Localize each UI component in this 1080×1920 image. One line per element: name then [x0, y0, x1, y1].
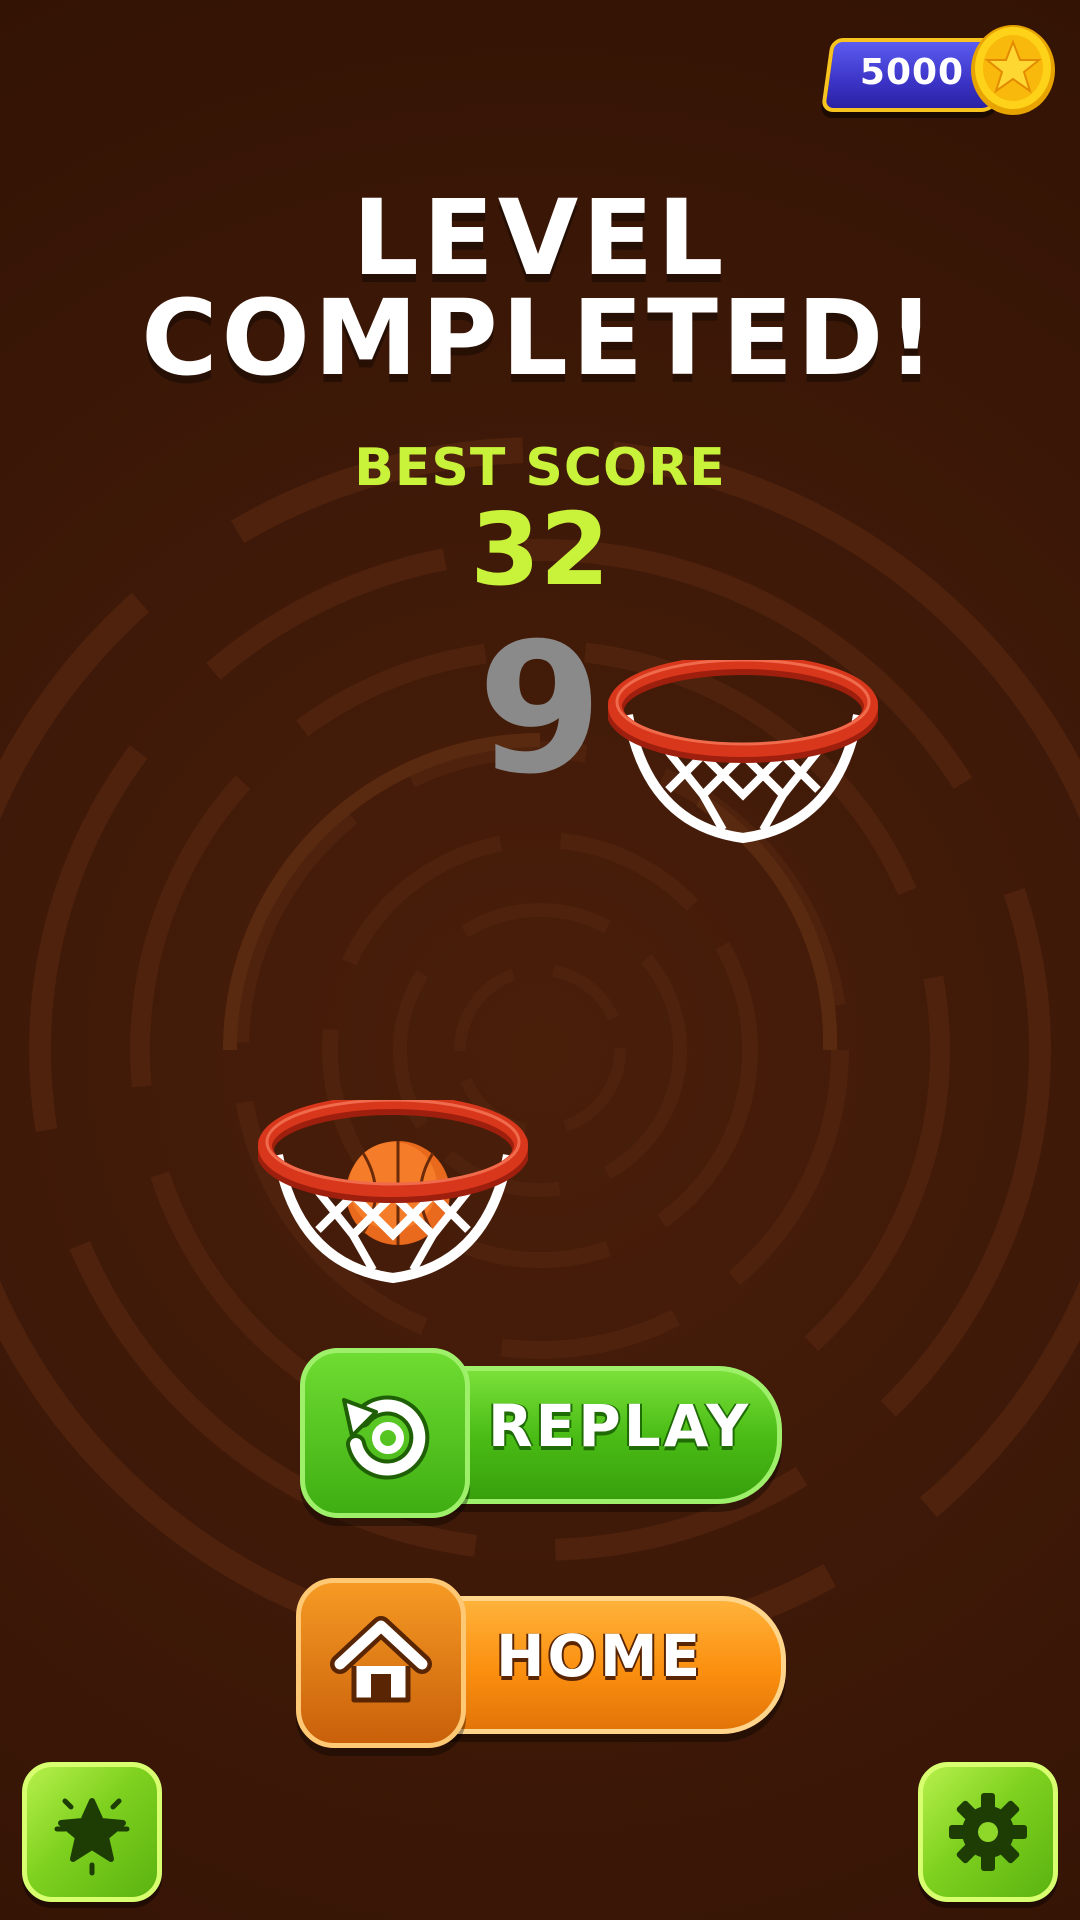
gear-icon	[949, 1793, 1027, 1871]
best-score-value: 32	[470, 491, 610, 608]
game-over-screen: 5000 LEVEL COMPLETED! BEST SCORE 32 9 RE…	[0, 0, 1080, 1920]
coin-count: 5000	[859, 52, 965, 93]
title-line-1: LEVEL	[352, 177, 728, 299]
current-score: 9	[477, 605, 603, 814]
star-badge-icon	[54, 1798, 130, 1876]
replay-button[interactable]: REPLAY	[300, 1348, 782, 1518]
replay-button-badge[interactable]	[300, 1348, 470, 1518]
star-coin-icon	[971, 25, 1055, 115]
replay-arrow-icon	[342, 1395, 430, 1480]
settings-button[interactable]	[918, 1762, 1058, 1902]
title-line-2: COMPLETED!	[141, 277, 939, 399]
rate-button[interactable]	[22, 1762, 162, 1902]
basketball-hoop	[258, 1100, 528, 1284]
best-score-label: BEST SCORE	[354, 438, 726, 498]
home-button-label[interactable]: HOME	[496, 1622, 703, 1690]
replay-button-label[interactable]: REPLAY	[488, 1392, 751, 1460]
coin-counter: 5000	[820, 22, 1056, 118]
basketball-hoop	[608, 660, 878, 844]
home-button-badge[interactable]	[296, 1578, 466, 1748]
home-button[interactable]: HOME	[296, 1578, 786, 1748]
home-icon	[330, 1616, 432, 1703]
level-completed-title: LEVEL COMPLETED!	[0, 177, 1080, 399]
